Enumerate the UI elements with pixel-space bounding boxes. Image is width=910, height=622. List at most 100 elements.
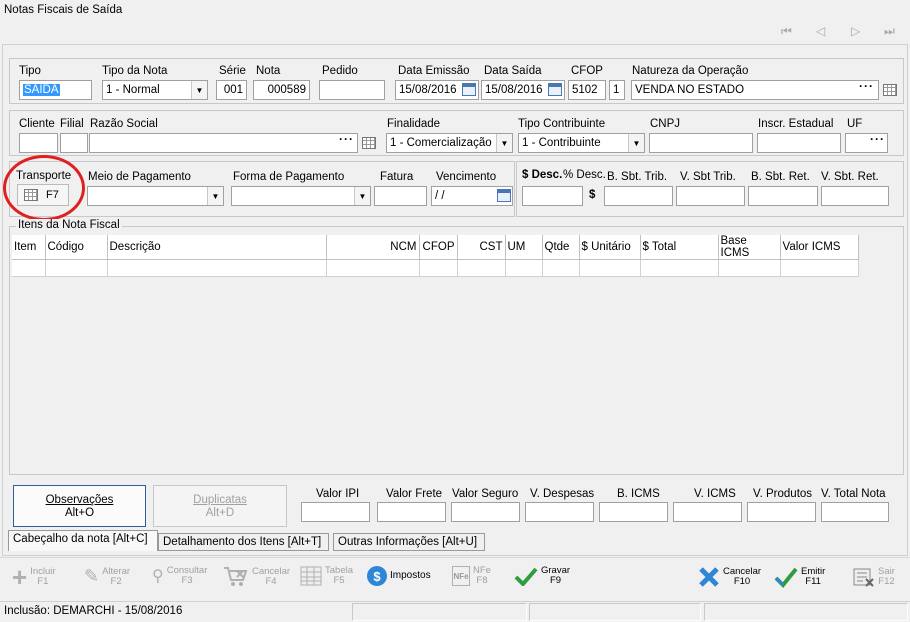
col-total[interactable]: $ Total <box>640 235 719 260</box>
cfop-seq-field[interactable]: 1 <box>609 80 625 100</box>
vsbt-trib-field[interactable] <box>676 186 745 206</box>
impostos-button[interactable]: $ Impostos <box>367 566 431 586</box>
observacoes-button[interactable]: Observações Alt+O <box>13 485 146 527</box>
col-cst[interactable]: CST <box>457 235 506 260</box>
col-codigo[interactable]: Código <box>45 235 108 260</box>
currency-symbol: $ <box>589 189 596 201</box>
nfe-button[interactable]: NFe NFe F8 <box>452 566 491 586</box>
v-total-nota-field[interactable] <box>821 502 889 522</box>
incluir-button[interactable]: + Incluir F1 <box>12 564 56 590</box>
pedido-field[interactable] <box>319 80 385 100</box>
calendar-icon[interactable] <box>462 83 476 96</box>
v-despesas-field[interactable] <box>525 502 594 522</box>
nota-field[interactable]: 000589 <box>253 80 310 100</box>
last-record-icon[interactable]: ⏭ <box>884 24 895 39</box>
cliente-field[interactable] <box>19 133 58 153</box>
tipo-nota-select[interactable]: 1 - Normal ▼ <box>102 80 208 100</box>
grid-icon[interactable] <box>362 137 376 149</box>
bsbt-ret-field[interactable] <box>748 186 818 206</box>
bsbt-trib-field[interactable] <box>604 186 673 206</box>
filial-label: Filial <box>60 118 84 130</box>
chevron-down-icon[interactable]: ▼ <box>628 134 644 152</box>
cancelar-button[interactable]: Cancelar F10 <box>698 566 761 588</box>
grid-icon[interactable] <box>883 84 897 96</box>
cancelar-item-button[interactable]: Cancelar F4 <box>223 566 290 588</box>
consultar-button[interactable]: ⚲ Consultar F3 <box>152 566 207 586</box>
b-icms-label: B. ICMS <box>617 488 660 500</box>
col-base-icms[interactable]: Base ICMS <box>718 235 781 260</box>
valor-frete-field[interactable] <box>377 502 446 522</box>
valor-seguro-label: Valor Seguro <box>452 488 519 500</box>
status-panel <box>352 603 527 621</box>
cnpj-field[interactable] <box>649 133 753 153</box>
alterar-button[interactable]: ✎ Alterar F2 <box>84 566 130 587</box>
data-emissao-label: Data Emissão <box>398 65 470 77</box>
tipo-contribuinte-select[interactable]: 1 - Contribuinte ▼ <box>518 133 645 153</box>
sair-button[interactable]: Sair F12 <box>853 566 895 588</box>
table-icon <box>300 566 322 586</box>
col-ncm[interactable]: NCM <box>326 235 420 260</box>
chevron-down-icon[interactable]: ▼ <box>191 81 207 99</box>
next-record-icon[interactable]: ▷ <box>851 24 860 38</box>
natureza-field[interactable]: VENDA NO ESTADO <box>631 80 879 100</box>
valor-ipi-field[interactable] <box>301 502 370 522</box>
serie-field[interactable]: 001 <box>216 80 247 100</box>
alterar-key: F2 <box>110 575 122 587</box>
v-despesas-label: V. Despesas <box>530 488 595 500</box>
meio-pagamento-select[interactable]: ▼ <box>87 186 224 206</box>
bsbt-ret-label: B. Sbt. Ret. <box>751 171 810 183</box>
valor-seguro-field[interactable] <box>451 502 520 522</box>
duplicatas-button[interactable]: Duplicatas Alt+D <box>153 485 287 527</box>
natureza-value: VENDA NO ESTADO <box>635 84 745 96</box>
data-saida-label: Data Saída <box>484 65 542 77</box>
items-table[interactable]: Item Código Descrição NCM CFOP CST UM Qt… <box>12 235 859 277</box>
b-icms-field[interactable] <box>599 502 668 522</box>
razao-lookup-button[interactable]: ··· <box>339 132 354 146</box>
uf-lookup-button[interactable]: ··· <box>870 132 885 146</box>
col-unitario[interactable]: $ Unitário <box>579 235 641 260</box>
col-um[interactable]: UM <box>505 235 543 260</box>
tab-cabecalho[interactable]: Cabeçalho da nota [Alt+C] <box>8 530 158 551</box>
chevron-down-icon[interactable]: ▼ <box>496 134 512 152</box>
tab-outras-informacoes[interactable]: Outras Informações [Alt+U] <box>333 533 485 551</box>
chevron-down-icon[interactable]: ▼ <box>207 187 223 205</box>
calendar-icon[interactable] <box>548 83 562 96</box>
dollar-icon: $ <box>367 566 387 586</box>
tipo-field[interactable]: SAIDA <box>19 80 92 100</box>
status-panel <box>529 603 701 621</box>
natureza-lookup-button[interactable]: ··· <box>859 79 874 93</box>
finalidade-select[interactable]: 1 - Comercialização ▼ <box>386 133 513 153</box>
chevron-down-icon[interactable]: ▼ <box>354 187 370 205</box>
vsbt-ret-field[interactable] <box>821 186 889 206</box>
v-produtos-field[interactable] <box>747 502 816 522</box>
tab-detalhamento[interactable]: Detalhamento dos Itens [Alt+T] <box>158 533 329 551</box>
calendar-icon[interactable] <box>497 189 511 202</box>
forma-pagamento-select[interactable]: ▼ <box>231 186 371 206</box>
fatura-field[interactable] <box>374 186 427 206</box>
previous-record-icon[interactable]: ◁ <box>816 24 825 38</box>
col-cfop[interactable]: CFOP <box>419 235 458 260</box>
v-icms-field[interactable] <box>673 502 742 522</box>
natureza-label: Natureza da Operação <box>632 65 749 77</box>
tabela-button[interactable]: Tabela F5 <box>300 566 353 586</box>
filial-field[interactable] <box>60 133 88 153</box>
table-row[interactable] <box>12 259 859 277</box>
first-record-icon[interactable]: ⏮ <box>781 24 792 39</box>
desc-valor-field[interactable] <box>522 186 583 206</box>
inscr-estadual-field[interactable] <box>757 133 841 153</box>
col-item[interactable]: Item <box>12 235 46 260</box>
pencil-icon: ✎ <box>84 566 100 586</box>
gravar-button[interactable]: Gravar F9 <box>514 566 570 586</box>
checkmark-icon <box>514 567 538 586</box>
cfop-field[interactable]: 5102 <box>568 80 606 100</box>
cfop-label: CFOP <box>571 65 603 77</box>
col-valor-icms[interactable]: Valor ICMS <box>780 235 859 260</box>
data-saida-value: 15/08/2016 <box>485 84 543 96</box>
razao-social-field[interactable] <box>89 133 358 153</box>
vencimento-value: / / <box>435 190 445 202</box>
emitir-button[interactable]: Emitir F11 <box>774 566 825 588</box>
col-descricao[interactable]: Descrição <box>107 235 327 260</box>
col-qtde[interactable]: Qtde <box>542 235 580 260</box>
items-group-label: Itens da Nota Fiscal <box>16 219 122 231</box>
search-icon: ⚲ <box>152 568 164 585</box>
